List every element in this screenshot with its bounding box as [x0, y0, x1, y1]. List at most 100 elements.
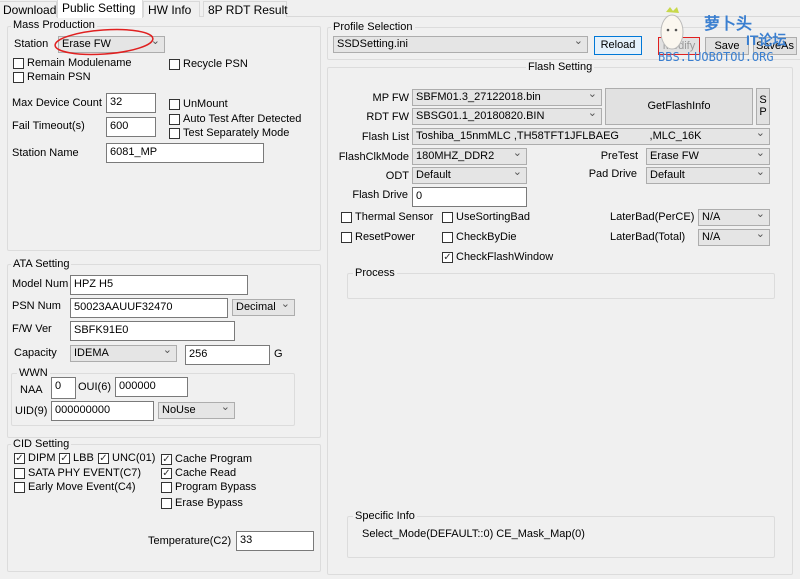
- cache-read-label: Cache Read: [175, 467, 237, 479]
- unmount-checkbox[interactable]: UnMount: [169, 98, 228, 110]
- watermark-cn: 萝卜头: [704, 16, 753, 33]
- fw-ver-input[interactable]: SBFK91E0: [70, 321, 235, 341]
- later-bad-perce-select[interactable]: N/A: [698, 209, 770, 226]
- psn-num-input[interactable]: 50023AAUUF32470: [70, 298, 228, 318]
- capacity-mode-select[interactable]: IDEMA: [70, 345, 177, 362]
- remain-modulename-label: Remain Modulename: [27, 57, 132, 69]
- naa-input[interactable]: 0: [51, 377, 76, 399]
- checkbox-icon: [442, 211, 453, 223]
- checkbox-icon: [169, 98, 180, 110]
- red-annotation-circle: [54, 28, 154, 56]
- cache-read-checkbox[interactable]: ✓ Cache Read: [161, 467, 236, 479]
- model-num-label: Model Num: [12, 278, 69, 290]
- pretest-label: PreTest: [600, 150, 638, 162]
- mp-fw-label: MP FW: [372, 92, 409, 104]
- recycle-psn-checkbox[interactable]: Recycle PSN: [169, 58, 248, 70]
- capacity-unit: G: [274, 348, 283, 360]
- uid-label: UID(9): [15, 405, 48, 417]
- erase-bypass-checkbox[interactable]: Erase Bypass: [161, 497, 243, 509]
- reset-power-checkbox[interactable]: ResetPower: [341, 231, 415, 243]
- flash-list-select[interactable]: Toshiba_15nmMLC ,TH58TFT1JFLBAEG ,MLC_16…: [412, 128, 770, 145]
- oui-label: OUI(6): [78, 381, 111, 393]
- checkbox-icon: [169, 127, 180, 139]
- checkbox-icon: [169, 58, 180, 70]
- program-bypass-checkbox[interactable]: Program Bypass: [161, 481, 256, 493]
- check-by-die-checkbox[interactable]: CheckByDie: [442, 231, 517, 243]
- checkbox-icon: [341, 211, 352, 223]
- cache-program-checkbox[interactable]: ✓ Cache Program: [161, 453, 252, 465]
- mp-fw-select[interactable]: SBFM01.3_27122018.bin: [412, 89, 602, 106]
- specific-info-text: Select_Mode(DEFAULT::0) CE_Mask_Map(0): [362, 528, 585, 540]
- later-bad-perce-label: LaterBad(PerCE): [610, 211, 695, 223]
- temperature-label: Temperature(C2): [148, 535, 232, 547]
- sata-phy-label: SATA PHY EVENT(C7): [28, 467, 142, 479]
- checkbox-icon: [161, 481, 172, 493]
- process-group: [347, 273, 775, 299]
- tab-8p-rdt-result[interactable]: 8P RDT Result: [203, 1, 288, 17]
- remain-modulename-checkbox[interactable]: Remain Modulename: [13, 57, 132, 69]
- odt-select[interactable]: Default: [412, 167, 527, 184]
- uid-mode-select[interactable]: NoUse: [158, 402, 235, 419]
- flash-drive-label: Flash Drive: [352, 189, 408, 201]
- flash-clk-mode-select[interactable]: 180MHZ_DDR2: [412, 148, 527, 165]
- station-name-input[interactable]: 6081_MP: [106, 143, 264, 163]
- checkbox-icon: [169, 113, 180, 125]
- tab-public-setting[interactable]: Public Setting: [57, 0, 143, 18]
- get-flash-info-button[interactable]: GetFlashInfo: [605, 88, 753, 125]
- checkbox-icon: [161, 497, 172, 509]
- later-bad-total-label: LaterBad(Total): [610, 231, 686, 243]
- tab-hw-info[interactable]: HW Info: [143, 1, 200, 17]
- remain-psn-label: Remain PSN: [27, 71, 91, 83]
- use-sorting-bad-checkbox[interactable]: UseSortingBad: [442, 211, 530, 223]
- max-device-input[interactable]: 32: [106, 93, 156, 113]
- auto-test-checkbox[interactable]: Auto Test After Detected: [169, 113, 301, 125]
- watermark-logo: 萝卜头 IT论坛 BBS.LUOBOTOU.ORG: [654, 4, 800, 66]
- odt-label: ODT: [385, 170, 409, 182]
- remain-psn-checkbox[interactable]: Remain PSN: [13, 71, 91, 83]
- lbb-checkbox[interactable]: ✓ LBB: [59, 452, 94, 464]
- sp-button[interactable]: S P: [756, 88, 770, 125]
- radish-mascot-icon: [660, 7, 684, 50]
- test-separately-checkbox[interactable]: Test Separately Mode: [169, 127, 289, 139]
- reload-button[interactable]: Reload: [594, 36, 642, 55]
- unc-checkbox[interactable]: ✓ UNC(01): [98, 452, 155, 464]
- uid-input[interactable]: 000000000: [51, 401, 154, 421]
- thermal-sensor-checkbox[interactable]: Thermal Sensor: [341, 211, 433, 223]
- dipm-checkbox[interactable]: ✓ DIPM: [14, 452, 56, 464]
- max-device-label: Max Device Count: [12, 97, 102, 109]
- psn-num-label: PSN Num: [12, 300, 61, 312]
- checkbox-icon: [341, 231, 352, 243]
- oui-input[interactable]: 000000: [115, 377, 188, 397]
- sata-phy-checkbox[interactable]: SATA PHY EVENT(C7): [14, 467, 141, 479]
- program-bypass-label: Program Bypass: [175, 481, 257, 493]
- flash-drive-input[interactable]: 0: [412, 187, 527, 207]
- checkmark-icon: ✓: [442, 251, 453, 263]
- later-bad-total-select[interactable]: N/A: [698, 229, 770, 246]
- early-move-checkbox[interactable]: Early Move Event(C4): [14, 481, 136, 493]
- capacity-input[interactable]: 256: [185, 345, 270, 365]
- checkmark-icon: ✓: [59, 452, 70, 464]
- tab-download[interactable]: Download: [0, 1, 57, 17]
- station-label: Station: [14, 38, 49, 50]
- model-num-input[interactable]: HPZ H5: [70, 275, 248, 295]
- ata-setting-title: ATA Setting: [11, 258, 72, 270]
- use-sorting-bad-label: UseSortingBad: [456, 211, 530, 223]
- reset-power-label: ResetPower: [355, 231, 415, 243]
- pretest-select[interactable]: Erase FW: [646, 148, 770, 165]
- dipm-label: DIPM: [28, 452, 56, 464]
- check-flash-window-checkbox[interactable]: ✓ CheckFlashWindow: [442, 251, 553, 263]
- early-move-label: Early Move Event(C4): [28, 481, 136, 493]
- pad-drive-select[interactable]: Default: [646, 167, 770, 184]
- unc-label: UNC(01): [112, 452, 156, 464]
- fail-timeout-input[interactable]: 600: [106, 117, 156, 137]
- profile-select[interactable]: SSDSetting.ini: [333, 36, 588, 53]
- rdt-fw-label: RDT FW: [366, 111, 409, 123]
- rdt-fw-select[interactable]: SBSG01.1_20180820.BIN: [412, 108, 602, 125]
- check-by-die-label: CheckByDie: [456, 231, 517, 243]
- fw-ver-label: F/W Ver: [12, 323, 52, 335]
- psn-format-select[interactable]: Decimal: [232, 299, 295, 316]
- capacity-label: Capacity: [14, 347, 57, 359]
- checkmark-icon: ✓: [161, 467, 172, 479]
- cache-program-label: Cache Program: [175, 453, 253, 465]
- temperature-input[interactable]: 33: [236, 531, 314, 551]
